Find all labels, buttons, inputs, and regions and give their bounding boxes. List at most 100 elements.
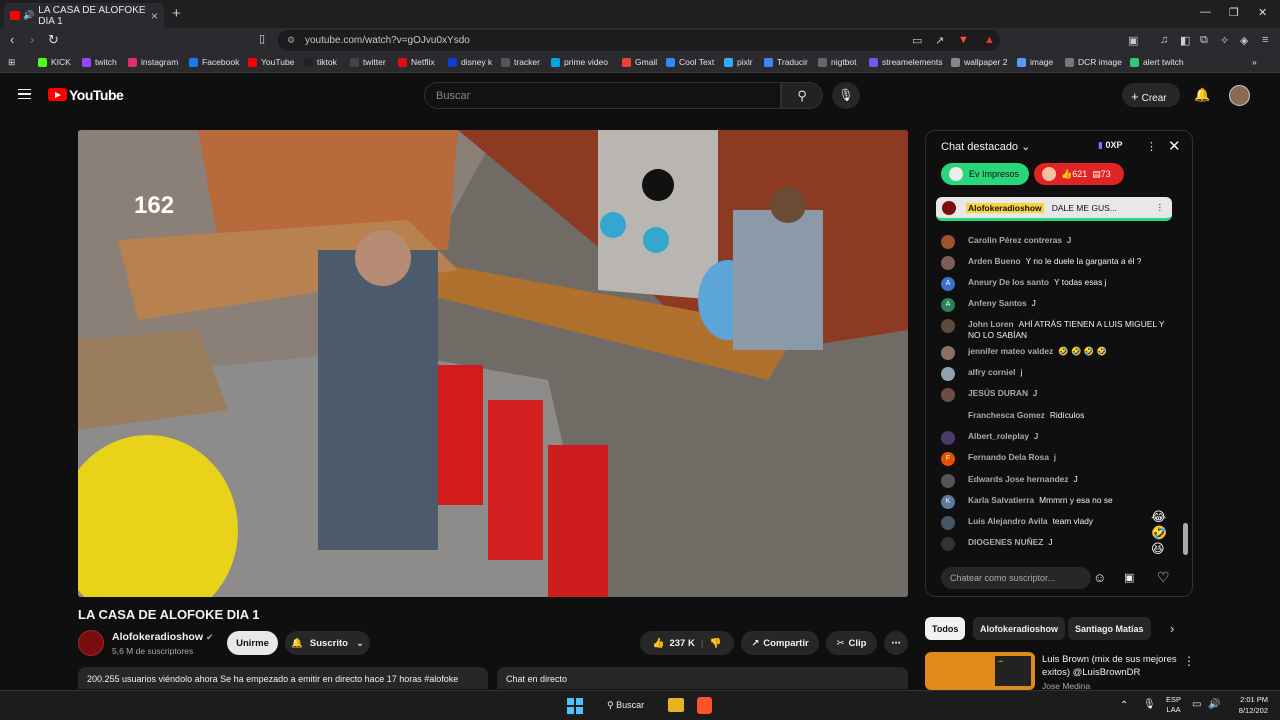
- chat-author-avatar[interactable]: [941, 235, 955, 249]
- wallet-icon[interactable]: ✧: [1220, 34, 1229, 47]
- more-bookmarks-icon[interactable]: »: [1252, 57, 1257, 67]
- chat-message[interactable]: Carolin Pérez contreras J: [941, 235, 1167, 249]
- extensions-icon[interactable]: ⧉: [1200, 34, 1208, 47]
- chat-author-name[interactable]: Arden Bueno: [968, 256, 1021, 266]
- filter-chip[interactable]: Santiago Matías: [1068, 617, 1151, 640]
- bookmark-cool-text[interactable]: Cool Text: [666, 57, 714, 67]
- chat-author-name[interactable]: Luis Alejandro Avila: [968, 516, 1048, 526]
- chat-input[interactable]: Chatear como suscriptor...: [941, 567, 1091, 589]
- start-icon[interactable]: [567, 698, 583, 714]
- audio-playing-icon[interactable]: 🔊: [23, 10, 34, 21]
- subscribed-button[interactable]: 🔔 Suscrito ⌄: [285, 631, 370, 655]
- channel-avatar[interactable]: [78, 630, 104, 656]
- sidebar-panel-icon[interactable]: ▣: [1128, 34, 1138, 47]
- share-button[interactable]: ↗ Compartir: [741, 631, 819, 655]
- bookmark-prime-video[interactable]: prime video: [551, 57, 608, 67]
- reload-icon[interactable]: ↻: [48, 32, 59, 48]
- bookmark-wallpaper-2[interactable]: wallpaper 2: [951, 57, 1007, 67]
- address-bar[interactable]: ⚙ youtube.com/watch?v=gOJvu0xYsdo: [278, 30, 1000, 51]
- reading-list-icon[interactable]: ◧: [1180, 34, 1190, 47]
- cast-icon[interactable]: ▭: [912, 34, 922, 47]
- site-info-icon[interactable]: ⚙: [287, 35, 295, 46]
- chat-author-name[interactable]: Fernando Dela Rosa: [968, 452, 1049, 462]
- language-indicator[interactable]: ESP LAA: [1166, 695, 1181, 715]
- chat-author-avatar[interactable]: [941, 319, 955, 333]
- bookmark-traducir[interactable]: Traducir: [764, 57, 808, 67]
- close-tab-icon[interactable]: ×: [151, 9, 158, 23]
- like-icon[interactable]: 👍: [653, 638, 665, 649]
- browser-tab[interactable]: 🔊 LA CASA DE ALOFOKE DIA 1 ×: [4, 3, 164, 28]
- video-description-summary[interactable]: 200.255 usuarios viéndolo ahora Se ha em…: [78, 667, 488, 689]
- vpn-icon[interactable]: ◈: [1240, 34, 1248, 47]
- bookmark-dcr-image[interactable]: DCR image: [1065, 57, 1122, 67]
- brave-shield-icon[interactable]: ▼: [958, 34, 969, 46]
- chat-scrollbar[interactable]: [1183, 523, 1188, 555]
- create-button[interactable]: + Crear: [1122, 83, 1180, 107]
- maximize-icon[interactable]: ❐: [1229, 6, 1239, 19]
- chat-author-name[interactable]: Carolin Pérez contreras: [968, 235, 1062, 245]
- chat-message[interactable]: A Aneury De los santo Y todas esas j: [941, 277, 1167, 291]
- bookmark-netflix[interactable]: Netflix: [398, 57, 435, 67]
- chat-author-avatar[interactable]: [941, 388, 955, 402]
- like-count[interactable]: 237 K: [669, 638, 694, 649]
- chat-author-name[interactable]: Edwards Jose hernandez: [968, 474, 1069, 484]
- chip-ev-impresos[interactable]: Ev Impresos: [941, 163, 1029, 185]
- chat-message[interactable]: jennifer mateo valdez 🤣 🤣 🤣 🤣: [941, 346, 1167, 360]
- bookmark-icon[interactable]: ▯: [259, 32, 265, 45]
- tray-chevron-icon[interactable]: ⌃: [1120, 700, 1128, 711]
- bookmark-facebook[interactable]: Facebook: [189, 57, 239, 67]
- super-chat-icon[interactable]: ▣: [1124, 571, 1134, 584]
- pinned-message[interactable]: Alofokeradioshow DALE ME GUS... ⋮: [936, 197, 1172, 221]
- search-icon[interactable]: ⚲: [781, 82, 823, 109]
- chat-author-name[interactable]: JESÚS DURAN: [968, 388, 1028, 398]
- apps-grid-icon[interactable]: ⊞: [8, 57, 15, 68]
- chat-author-avatar[interactable]: [941, 410, 955, 424]
- chat-author-avatar[interactable]: F: [941, 452, 955, 466]
- chat-author-name[interactable]: Aneury De los santo: [968, 277, 1049, 287]
- recommended-more-icon[interactable]: ⋮: [1183, 654, 1195, 668]
- music-icon[interactable]: ♫: [1160, 34, 1168, 46]
- user-avatar[interactable]: [1229, 85, 1250, 106]
- xp-badge[interactable]: ▮ 0XP: [1098, 140, 1122, 151]
- chat-message[interactable]: John Loren AHÍ ATRÁS TIENEN A LUIS MIGUEL…: [941, 319, 1167, 341]
- search-input[interactable]: Buscar: [424, 82, 781, 109]
- bookmark-gmail[interactable]: Gmail: [622, 57, 657, 67]
- share-icon[interactable]: ↗: [935, 34, 944, 47]
- chat-message[interactable]: Edwards Jose hernandez J: [941, 474, 1167, 488]
- chat-message[interactable]: Franchesca Gomez Ridículos: [941, 410, 1167, 424]
- chat-author-avatar[interactable]: [941, 516, 955, 530]
- close-window-icon[interactable]: ✕: [1258, 6, 1267, 19]
- chat-author-avatar[interactable]: [941, 256, 955, 270]
- video-player[interactable]: 162: [78, 130, 908, 597]
- forward-icon[interactable]: ›: [30, 32, 34, 47]
- heart-icon[interactable]: ♡: [1157, 569, 1170, 586]
- bookmark-image[interactable]: image: [1017, 57, 1053, 67]
- clock[interactable]: 2:01 PM 8/12/202: [1228, 694, 1268, 716]
- chat-author-name[interactable]: Anfeny Santos: [968, 298, 1027, 308]
- chat-author-name[interactable]: Karla Salvatierra: [968, 495, 1034, 505]
- recommended-thumbnail[interactable]: ▪▪▪: [925, 652, 1035, 690]
- bookmark-nigtbot[interactable]: nigtbot: [818, 57, 857, 67]
- bookmark-youtube[interactable]: YouTube: [248, 57, 294, 67]
- menu-icon[interactable]: ≡: [1262, 34, 1268, 46]
- chat-message[interactable]: K Karla Salvatierra Mmmrn y esa no se: [941, 495, 1167, 509]
- voice-search-icon[interactable]: 🎙: [832, 82, 860, 109]
- file-explorer-icon[interactable]: [668, 698, 684, 712]
- chat-message[interactable]: Arden Bueno Y no le duele la garganta a é…: [941, 256, 1167, 270]
- hamburger-menu-icon[interactable]: [18, 89, 31, 99]
- join-button[interactable]: Unirme: [227, 631, 278, 655]
- bookmark-twitch[interactable]: twitch: [82, 57, 117, 67]
- bookmark-twitter[interactable]: twitter: [350, 57, 386, 67]
- chat-author-avatar[interactable]: [941, 367, 955, 381]
- chevron-right-icon[interactable]: ›: [1170, 621, 1174, 636]
- chat-message[interactable]: F Fernando Dela Rosa j: [941, 452, 1167, 466]
- taskbar-search[interactable]: ⚲ Buscar: [607, 700, 644, 711]
- youtube-logo-icon[interactable]: [48, 88, 67, 101]
- chip-poll[interactable]: 👍 621 ▤ 73: [1034, 163, 1124, 185]
- emoji-picker-icon[interactable]: ☺: [1093, 570, 1106, 585]
- chat-author-name[interactable]: Franchesca Gomez: [968, 410, 1045, 420]
- recommended-title[interactable]: Luis Brown (mix de sus mejores exitos) @…: [1042, 653, 1177, 679]
- chat-mode-selector[interactable]: Chat destacado ⌄: [941, 140, 1030, 153]
- bookmark-tracker[interactable]: tracker: [501, 57, 540, 67]
- chat-message[interactable]: alfry corniel j: [941, 367, 1167, 381]
